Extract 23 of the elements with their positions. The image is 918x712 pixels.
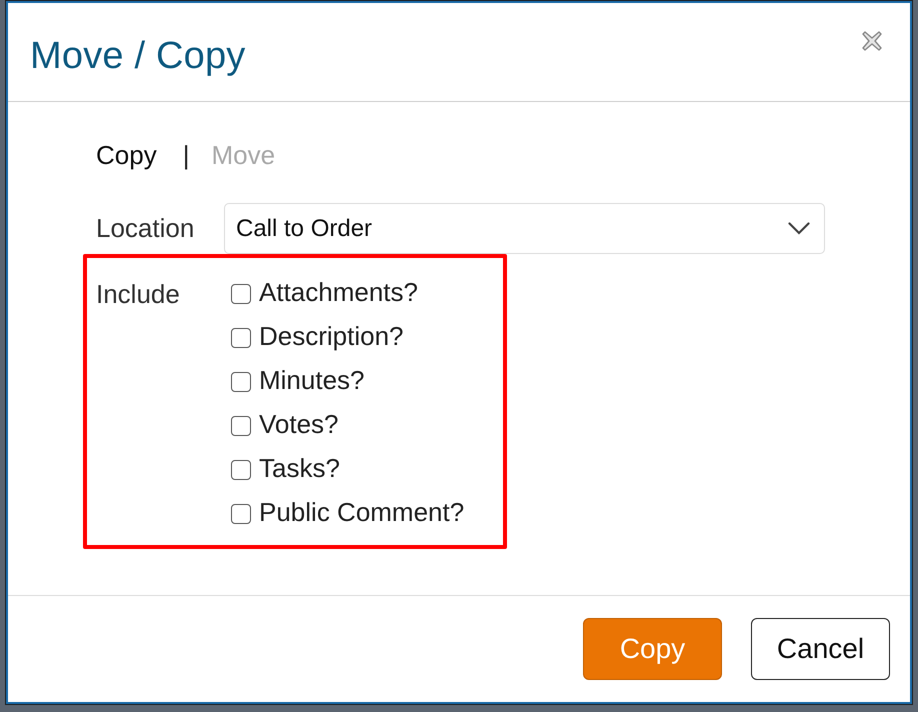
include-label: Include [96, 278, 181, 310]
checkbox[interactable] [231, 328, 251, 348]
checkbox[interactable] [231, 284, 251, 304]
cancel-button[interactable]: Cancel [751, 618, 890, 680]
tab-separator: | [182, 140, 190, 170]
checkbox-label: Description? [259, 320, 404, 352]
checkbox-label: Minutes? [259, 364, 364, 396]
close-icon [862, 31, 882, 51]
checkbox[interactable] [231, 372, 251, 392]
close-button[interactable] [862, 31, 882, 51]
chevron-down-icon [788, 222, 810, 235]
checkbox-label: Attachments? [259, 276, 418, 308]
mode-tab[interactable]: Copy [96, 140, 157, 170]
location-select[interactable]: Call to Order [224, 203, 825, 254]
checkbox[interactable] [231, 504, 251, 524]
location-label: Location [96, 213, 196, 244]
checkbox-label: Votes? [259, 408, 339, 440]
checkbox-label: Public Comment? [259, 496, 464, 528]
checkbox-label: Tasks? [259, 452, 340, 484]
dialog-title: Move / Copy [30, 34, 246, 78]
checkbox[interactable] [231, 460, 251, 480]
select-value: Call to Order [236, 214, 372, 242]
checkbox[interactable] [231, 416, 251, 436]
